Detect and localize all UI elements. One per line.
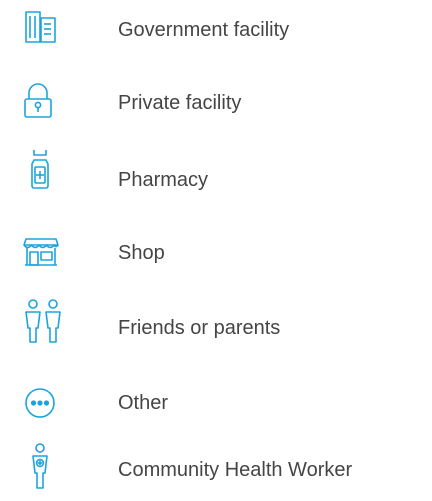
legend-item-private-facility: Private facility (0, 73, 432, 133)
legend-label: Pharmacy (118, 169, 209, 191)
ellipsis-circle-icon (16, 373, 76, 433)
legend-label: Shop (118, 242, 165, 264)
legend-label: Private facility (118, 92, 242, 114)
source-legend: Government facility Private facility Pha… (0, 0, 432, 501)
legend-item-pharmacy: Pharmacy (0, 150, 432, 210)
legend-item-other: Other (0, 373, 432, 433)
legend-label: Friends or parents (118, 317, 281, 339)
legend-label: Other (118, 392, 169, 414)
medicine-bottle-icon (16, 150, 76, 210)
legend-label: Government facility (118, 19, 290, 41)
padlock-icon (16, 73, 76, 133)
legend-item-government-facility: Government facility (0, 0, 432, 60)
health-worker-icon (16, 440, 76, 500)
legend-item-shop: Shop (0, 223, 432, 283)
legend-item-community-health-worker: Community Health Worker (0, 440, 432, 500)
government-building-icon (16, 0, 76, 60)
legend-label: Community Health Worker (118, 459, 353, 481)
storefront-icon (16, 223, 76, 283)
legend-item-friends-or-parents: Friends or parents (0, 298, 432, 358)
two-people-icon (16, 298, 76, 358)
